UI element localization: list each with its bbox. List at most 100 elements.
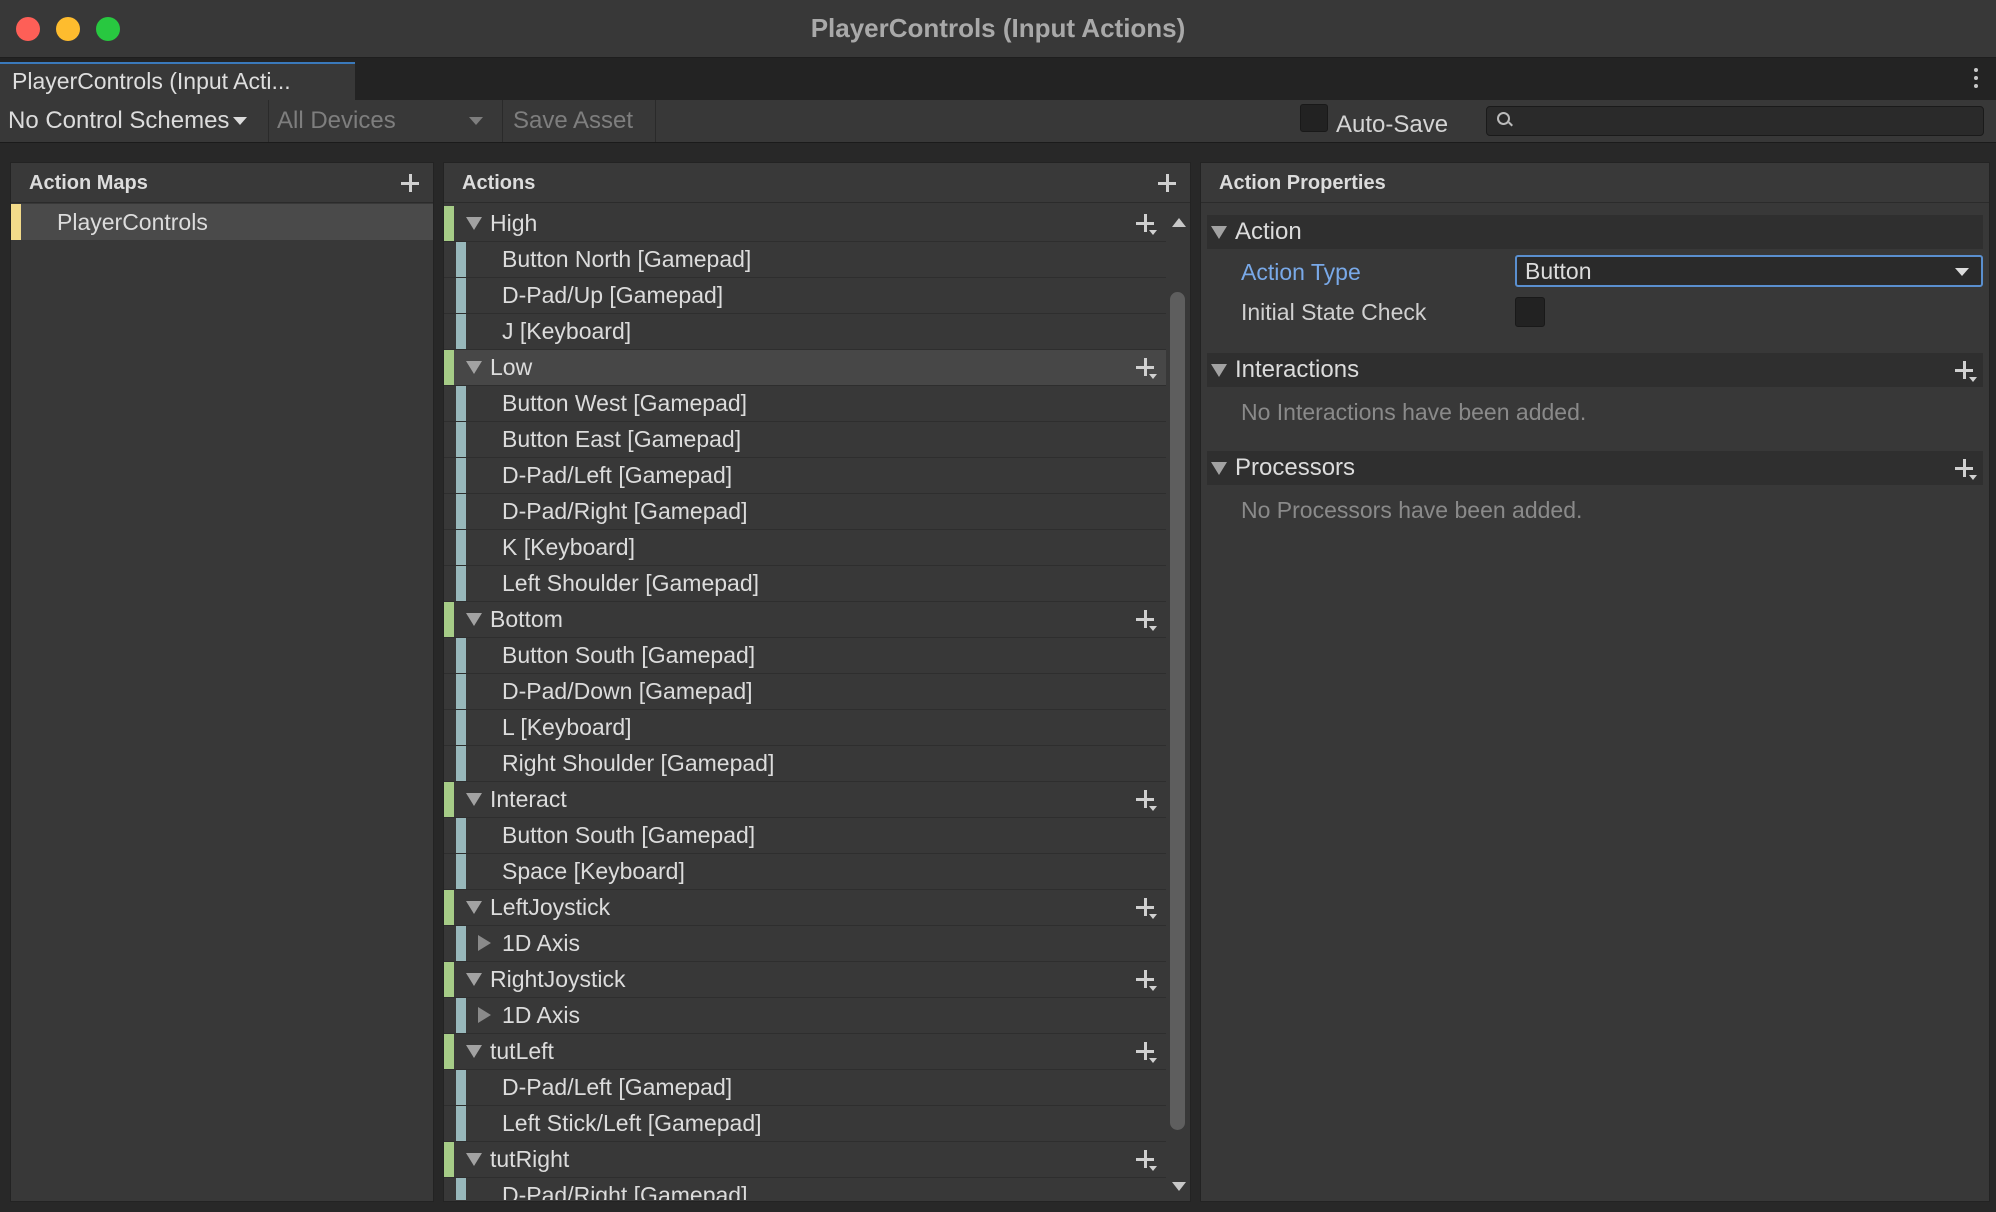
binding-row[interactable]: Button South [Gamepad] [444,818,1166,854]
triangle-expanded-icon [1211,462,1227,475]
binding-color-stripe [456,458,466,493]
dropdown-caret-icon [1969,377,1977,382]
action-row[interactable]: RightJoystick [444,962,1166,998]
control-schemes-dropdown[interactable]: No Control Schemes [8,100,248,142]
binding-color-stripe [456,494,466,529]
search-icon [1497,112,1510,125]
add-action-map-plus-icon[interactable] [401,174,419,192]
binding-row[interactable]: J [Keyboard] [444,314,1166,350]
binding-label: Right Shoulder [Gamepad] [502,750,775,776]
action-row[interactable]: Low [444,350,1166,386]
action-row[interactable]: tutRight [444,1142,1166,1178]
binding-label: D-Pad/Right [Gamepad] [502,1182,748,1200]
processors-section-header[interactable]: Processors [1207,451,1983,485]
dropdown-caret-icon [1149,914,1157,919]
tab-player-controls[interactable]: PlayerControls (Input Acti... [0,62,355,100]
binding-label: Space [Keyboard] [502,858,685,884]
binding-color-stripe [456,1070,466,1105]
binding-row[interactable]: Button South [Gamepad] [444,638,1166,674]
dropdown-caret-icon [1149,230,1157,235]
binding-color-stripe [456,1178,466,1200]
action-row[interactable]: tutLeft [444,1034,1166,1070]
scroll-down-icon[interactable] [1172,1182,1186,1191]
binding-row[interactable]: Button West [Gamepad] [444,386,1166,422]
triangle-expanded-icon[interactable] [466,793,482,806]
action-properties-panel: Action Properties Action Action Type But… [1200,162,1990,1202]
triangle-expanded-icon[interactable] [466,613,482,626]
window-title: PlayerControls (Input Actions) [810,13,1186,43]
binding-row[interactable]: K [Keyboard] [444,530,1166,566]
dropdown-caret-icon [1149,806,1157,811]
action-label: RightJoystick [490,966,626,992]
action-row[interactable]: Interact [444,782,1166,818]
triangle-expanded-icon[interactable] [466,1045,482,1058]
binding-color-stripe [456,1106,466,1141]
binding-row[interactable]: Button East [Gamepad] [444,422,1166,458]
composite-binding-row[interactable]: 1D Axis [444,998,1166,1034]
binding-color-stripe [456,278,466,313]
triangle-expanded-icon[interactable] [466,217,482,230]
action-label: Interact [490,786,567,812]
binding-row[interactable]: D-Pad/Down [Gamepad] [444,674,1166,710]
binding-row[interactable]: L [Keyboard] [444,710,1166,746]
binding-row[interactable]: D-Pad/Left [Gamepad] [444,1070,1166,1106]
actions-scrollbar[interactable] [1166,204,1190,1200]
binding-color-stripe [456,746,466,781]
binding-color-stripe [456,638,466,673]
action-label: tutRight [490,1146,570,1172]
action-row[interactable]: LeftJoystick [444,890,1166,926]
binding-label: K [Keyboard] [502,534,635,560]
action-color-stripe [444,206,454,241]
scroll-up-icon[interactable] [1172,218,1186,227]
initial-state-check-checkbox[interactable] [1515,297,1545,327]
action-map-item[interactable]: PlayerControls [11,204,433,240]
dropdown-caret-icon [1149,1058,1157,1063]
save-asset-button[interactable]: Save Asset [502,100,656,142]
dropdown-caret-icon [1149,986,1157,991]
kebab-menu-icon[interactable] [1974,68,1978,92]
binding-row[interactable]: D-Pad/Up [Gamepad] [444,278,1166,314]
binding-row[interactable]: D-Pad/Right [Gamepad] [444,1178,1166,1200]
triangle-expanded-icon[interactable] [466,901,482,914]
action-row[interactable]: High [444,206,1166,242]
binding-row[interactable]: D-Pad/Left [Gamepad] [444,458,1166,494]
auto-save-label: Auto-Save [1336,111,1449,138]
triangle-expanded-icon[interactable] [466,1153,482,1166]
search-input[interactable] [1486,106,1984,136]
binding-row[interactable]: Left Shoulder [Gamepad] [444,566,1166,602]
composite-binding-row[interactable]: 1D Axis [444,926,1166,962]
binding-color-stripe [456,998,466,1033]
action-color-stripe [444,782,454,817]
initial-state-check-label: Initial State Check [1241,299,1427,325]
interactions-section-header[interactable]: Interactions [1207,353,1983,387]
actions-tree: High Button North [Gamepad] D-Pad/Up [Game… [444,204,1166,1200]
title-bar: PlayerControls (Input Actions) [0,0,1996,58]
dropdown-caret-icon [1149,1166,1157,1171]
action-row[interactable]: Bottom [444,602,1166,638]
binding-label: Button West [Gamepad] [502,390,748,416]
action-label: Low [490,354,533,380]
triangle-collapsed-icon[interactable] [478,1007,491,1023]
action-label: tutLeft [490,1038,554,1064]
action-color-stripe [444,1034,454,1069]
add-action-plus-icon[interactable] [1158,174,1176,192]
binding-row[interactable]: D-Pad/Right [Gamepad] [444,494,1166,530]
binding-label: Left Shoulder [Gamepad] [502,570,759,596]
binding-label: D-Pad/Down [Gamepad] [502,678,753,704]
triangle-collapsed-icon[interactable] [478,935,491,951]
scrollbar-thumb[interactable] [1170,292,1185,1130]
binding-color-stripe [456,566,466,601]
toolbar: No Control Schemes All Devices Save Asse… [0,100,1996,143]
devices-dropdown[interactable]: All Devices [268,100,493,142]
action-section-header[interactable]: Action [1207,215,1983,249]
action-type-dropdown[interactable]: Button [1515,255,1983,287]
binding-row[interactable]: Space [Keyboard] [444,854,1166,890]
binding-row[interactable]: Left Stick/Left [Gamepad] [444,1106,1166,1142]
auto-save-checkbox[interactable] [1300,104,1328,132]
triangle-expanded-icon[interactable] [466,973,482,986]
binding-color-stripe [456,242,466,277]
action-color-stripe [444,962,454,997]
triangle-expanded-icon[interactable] [466,361,482,374]
binding-row[interactable]: Button North [Gamepad] [444,242,1166,278]
binding-row[interactable]: Right Shoulder [Gamepad] [444,746,1166,782]
